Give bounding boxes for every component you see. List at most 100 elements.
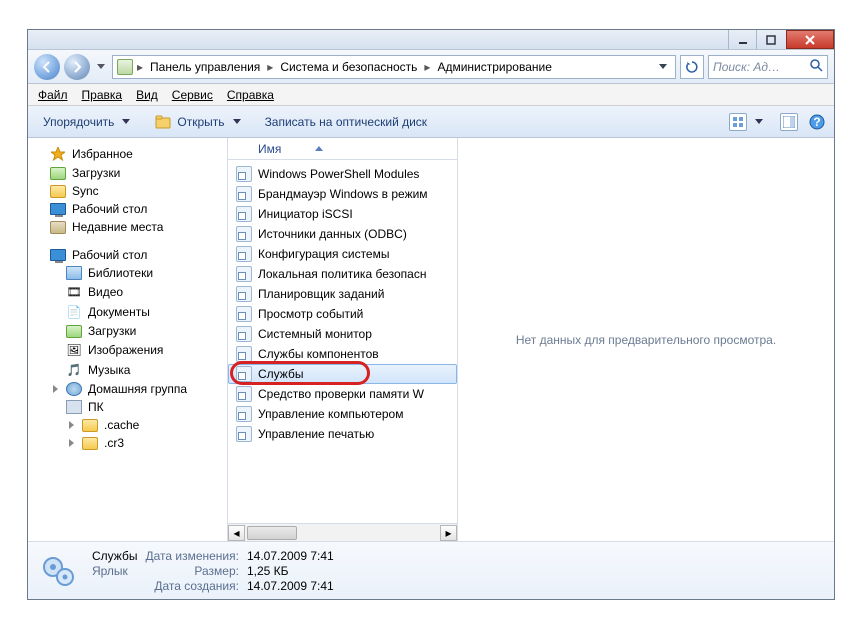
- details-modified-label: Дата изменения:: [145, 549, 239, 563]
- menu-edit[interactable]: Правка: [82, 88, 123, 102]
- breadcrumb[interactable]: ▸ Панель управления ▸ Система и безопасн…: [112, 55, 676, 79]
- file-item[interactable]: Источники данных (ODBC): [228, 224, 457, 244]
- navigation-tree[interactable]: Избранное Загрузки Sync Рабочий стол Нед…: [28, 138, 228, 541]
- file-item[interactable]: Инициатор iSCSI: [228, 204, 457, 224]
- organize-button[interactable]: Упорядочить: [36, 112, 137, 132]
- file-item[interactable]: Системный монитор: [228, 324, 457, 344]
- file-item-label: Источники данных (ODBC): [258, 227, 407, 241]
- file-item-label: Управление печатью: [258, 427, 374, 441]
- desktop-icon: [50, 249, 66, 261]
- star-icon: [50, 146, 66, 162]
- crumb-control-panel[interactable]: Панель управления: [147, 59, 263, 75]
- open-icon: [154, 113, 172, 131]
- tree-pc[interactable]: ПК: [34, 398, 227, 416]
- tree-homegroup[interactable]: Домашняя группа: [34, 380, 227, 398]
- file-item[interactable]: Просмотр событий: [228, 304, 457, 324]
- help-button[interactable]: ?: [808, 113, 826, 131]
- file-item-label: Службы: [258, 367, 303, 381]
- breadcrumb-dropdown[interactable]: [655, 64, 671, 69]
- open-button[interactable]: Открыть: [147, 110, 247, 134]
- file-item[interactable]: Брандмауэр Windows в режим: [228, 184, 457, 204]
- forward-button[interactable]: [64, 54, 90, 80]
- chevron-right-icon[interactable]: ▸: [265, 60, 275, 74]
- preview-empty-text: Нет данных для предварительного просмотр…: [516, 333, 776, 347]
- tree-libraries[interactable]: Библиотеки: [34, 264, 227, 282]
- minimize-button[interactable]: [728, 30, 756, 49]
- tree-cr3[interactable]: .cr3: [34, 434, 227, 452]
- shortcut-icon: [236, 426, 252, 442]
- maximize-button[interactable]: [756, 30, 784, 49]
- tree-downloads2[interactable]: Загрузки: [34, 322, 227, 340]
- menu-help[interactable]: Справка: [227, 88, 274, 102]
- file-item[interactable]: Службы: [228, 364, 457, 384]
- file-item-label: Просмотр событий: [258, 307, 363, 321]
- file-item[interactable]: Службы компонентов: [228, 344, 457, 364]
- video-icon: 🎞: [66, 284, 82, 300]
- menu-file[interactable]: Файл: [38, 88, 68, 102]
- shortcut-icon: [236, 186, 252, 202]
- scroll-right-button[interactable]: ▸: [440, 525, 457, 541]
- tree-recent[interactable]: Недавние места: [34, 218, 227, 236]
- horizontal-scrollbar[interactable]: ◂ ▸: [228, 523, 457, 541]
- shortcut-icon: [236, 366, 252, 382]
- crumb-system-security[interactable]: Система и безопасность: [277, 59, 420, 75]
- tree-favorites[interactable]: Избранное: [34, 144, 227, 164]
- scroll-thumb[interactable]: [247, 526, 297, 540]
- preview-pane-button[interactable]: [780, 113, 798, 131]
- view-icon: [729, 113, 747, 131]
- chevron-right-icon[interactable]: ▸: [422, 60, 432, 74]
- tree-music[interactable]: 🎵Музыка: [34, 360, 227, 380]
- file-item[interactable]: Управление печатью: [228, 424, 457, 444]
- file-item-label: Конфигурация системы: [258, 247, 389, 261]
- menu-view[interactable]: Вид: [136, 88, 158, 102]
- scroll-left-button[interactable]: ◂: [228, 525, 245, 541]
- shortcut-icon: [236, 206, 252, 222]
- tree-cache[interactable]: .cache: [34, 416, 227, 434]
- file-item[interactable]: Локальная политика безопасн: [228, 264, 457, 284]
- tree-pictures[interactable]: 🖼Изображения: [34, 340, 227, 360]
- file-item[interactable]: Windows PowerShell Modules: [228, 164, 457, 184]
- selected-item-icon: [38, 550, 80, 592]
- folder-icon: [66, 325, 82, 338]
- shortcut-icon: [236, 326, 252, 342]
- file-item-label: Службы компонентов: [258, 347, 379, 361]
- file-list[interactable]: Windows PowerShell ModulesБрандмауэр Win…: [228, 160, 457, 523]
- file-item[interactable]: Конфигурация системы: [228, 244, 457, 264]
- preview-pane: Нет данных для предварительного просмотр…: [458, 138, 834, 541]
- shortcut-icon: [236, 226, 252, 242]
- tree-documents[interactable]: 📄Документы: [34, 302, 227, 322]
- tree-sync[interactable]: Sync: [34, 182, 227, 200]
- crumb-administration[interactable]: Администрирование: [434, 59, 554, 75]
- pc-icon: [66, 400, 82, 414]
- burn-button[interactable]: Записать на оптический диск: [258, 112, 435, 132]
- titlebar: [28, 30, 834, 50]
- tree-video[interactable]: 🎞Видео: [34, 282, 227, 302]
- tree-desktop-root[interactable]: Рабочий стол: [34, 246, 227, 264]
- tree-downloads[interactable]: Загрузки: [34, 164, 227, 182]
- toolbar: Упорядочить Открыть Записать на оптическ…: [28, 106, 834, 138]
- pictures-icon: 🖼: [66, 342, 82, 358]
- column-header-name[interactable]: Имя: [228, 138, 457, 160]
- file-item[interactable]: Управление компьютером: [228, 404, 457, 424]
- search-input[interactable]: Поиск: Ад…: [708, 55, 828, 79]
- details-name: Службы: [92, 549, 137, 563]
- menu-tools[interactable]: Сервис: [172, 88, 213, 102]
- svg-text:?: ?: [813, 115, 820, 129]
- chevron-right-icon[interactable]: ▸: [135, 60, 145, 74]
- refresh-button[interactable]: [680, 55, 704, 79]
- file-item[interactable]: Средство проверки памяти W: [228, 384, 457, 404]
- shortcut-icon: [236, 346, 252, 362]
- back-button[interactable]: [34, 54, 60, 80]
- folder-icon: [82, 419, 98, 432]
- documents-icon: 📄: [66, 304, 82, 320]
- file-item[interactable]: Планировщик заданий: [228, 284, 457, 304]
- view-mode-button[interactable]: [722, 110, 770, 134]
- tree-desktop[interactable]: Рабочий стол: [34, 200, 227, 218]
- details-size-value: 1,25 КБ: [247, 564, 334, 578]
- history-dropdown[interactable]: [94, 64, 108, 69]
- file-item-label: Планировщик заданий: [258, 287, 384, 301]
- file-item-label: Управление компьютером: [258, 407, 403, 421]
- shortcut-icon: [236, 406, 252, 422]
- close-button[interactable]: [786, 30, 834, 49]
- recent-icon: [50, 221, 66, 234]
